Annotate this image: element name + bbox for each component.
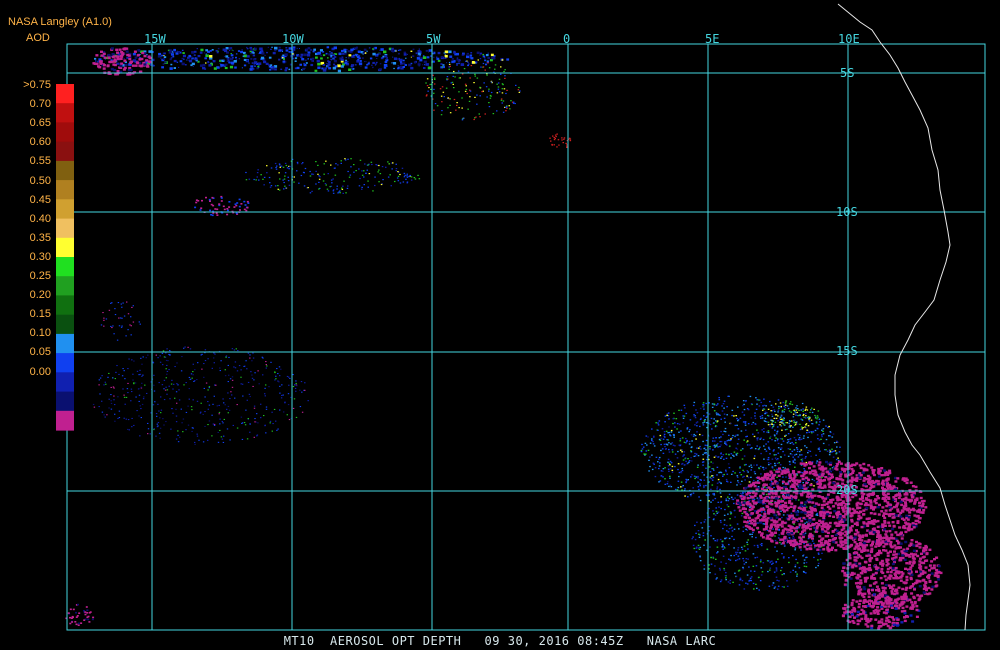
legend-swatch (56, 410, 74, 431)
legend-label: 0.50 (29, 174, 51, 187)
lon-label: 5E (705, 32, 720, 46)
legend-label: 0.25 (29, 270, 51, 282)
legend-label: 0.35 (29, 231, 51, 244)
legend-label: 0.20 (29, 289, 51, 302)
legend-swatch (56, 314, 74, 335)
legend-swatch (56, 333, 74, 354)
header-source: NASA Langley (A1.0) (8, 16, 112, 28)
lat-label: 20S (836, 483, 858, 497)
legend-label: >0.75 (23, 79, 51, 91)
lon-label: 10E (838, 32, 860, 46)
legend-swatch (56, 218, 74, 239)
legend-swatch (56, 103, 74, 123)
legend-swatch (56, 372, 74, 393)
legend-swatch (56, 295, 74, 316)
lat-lon-grid (66, 43, 986, 631)
lon-label: 5W (426, 32, 441, 46)
legend-swatch (56, 276, 74, 296)
lat-label: 15S (836, 344, 858, 358)
legend-swatch (56, 84, 74, 104)
lon-label: 10W (282, 32, 304, 46)
legend-label: 0.40 (29, 212, 51, 225)
legend-label: 0.65 (29, 117, 51, 130)
legend-label: 0.15 (29, 308, 51, 321)
lat-label: 10S (836, 205, 858, 219)
aod-map (56, 3, 986, 631)
lon-label: 15W (144, 32, 166, 46)
legend-swatch (56, 180, 74, 200)
footer-caption: MT10 AEROSOL OPT DEPTH 09 30, 2016 08:45… (283, 634, 717, 648)
legend-label: 0.10 (29, 327, 51, 340)
lat-label: 5S (840, 66, 855, 80)
header-product: AOD (26, 32, 50, 44)
legend-swatch (56, 122, 74, 143)
legend-label: 0.70 (29, 98, 51, 111)
legend-swatch (56, 391, 74, 412)
legend-label: 0.00 (29, 365, 51, 378)
legend-label: 0.45 (29, 193, 51, 206)
legend-swatch (56, 141, 74, 162)
legend-label: 0.05 (29, 346, 51, 359)
aod-color-legend (56, 84, 74, 431)
legend-label: 0.60 (29, 136, 51, 149)
legend-label: 0.55 (29, 155, 51, 168)
legend-swatch (56, 353, 74, 373)
legend-swatch (56, 257, 74, 277)
legend-swatch (56, 199, 74, 220)
legend-swatch (56, 160, 74, 181)
lon-label: 0 (563, 32, 571, 46)
map-frame (66, 43, 986, 631)
aerosol-pixels (65, 46, 943, 630)
legend-swatch (56, 237, 74, 258)
legend-label: 0.30 (29, 250, 51, 263)
